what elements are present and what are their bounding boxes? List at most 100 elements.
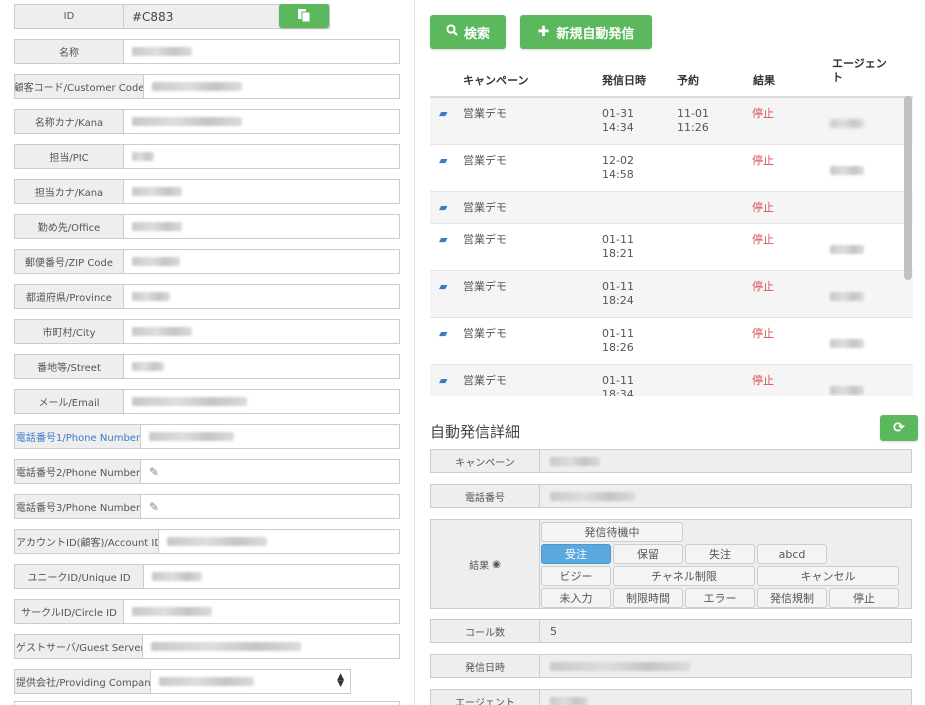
folder-icon: ▰ [439,327,448,340]
detail-title: 自動発信詳細 [430,423,521,441]
folder-icon: ▰ [439,107,448,120]
chip-busy[interactable]: ビジー [541,566,611,586]
name-input[interactable] [124,39,400,64]
detail-call-count-value: 5 [540,619,912,643]
kana-input[interactable] [124,109,400,134]
col-agent[interactable]: エージェント [832,57,892,85]
chip-call-restriction[interactable]: 発信規制 [757,588,827,608]
chip-cancel[interactable]: キャンセル [757,566,899,586]
col-result[interactable]: 結果 [753,72,775,88]
detail-label: 電話番号 [430,484,540,508]
customer-code-row: 顧客コード/Customer Code [14,74,400,99]
guest-server-row: ゲストサーバ/Guest Server [14,634,400,659]
detail-label: コール数 [430,619,540,643]
table-row[interactable]: ▰ 営業デモ 停止 [430,192,913,224]
col-reservation[interactable]: 予約 [677,72,699,88]
field-label: 勤め先/Office [14,214,124,239]
copy-button[interactable] [279,4,329,28]
detail-datetime-row: 発信日時 [430,654,912,678]
chip-error[interactable]: エラー [685,588,755,608]
office-input[interactable] [124,214,400,239]
folder-icon: ▰ [439,280,448,293]
result-chips: 発信待機中 受注 保留 失注 abcd ビジー チャネル制限 キャンセル 未入力… [540,519,912,609]
table-row[interactable]: ▰ 営業デモ 12-02 14:58 停止 [430,145,913,192]
chip-time-limit[interactable]: 制限時間 [613,588,683,608]
field-label: アカウントID(顧客)/Account ID [14,529,159,554]
customer-code-input[interactable] [144,74,400,99]
field-label: 電話番号3/Phone Number3 [14,494,141,519]
field-label: 番地等/Street [14,354,124,379]
table-row[interactable]: ▰ 営業デモ 01-11 18:34 停止 [430,365,913,396]
field-label: 顧客コード/Customer Code [14,74,144,99]
chip-lost[interactable]: 失注 [685,544,755,564]
account-id-row: アカウントID(顧客)/Account ID [14,529,400,554]
detail-result-row: 結果 ◉ 発信待機中 受注 保留 失注 abcd ビジー チャネル制限 キャンセル… [430,519,912,609]
field-label: メール/Email [14,389,124,414]
kana-row: 名称カナ/Kana [14,109,400,134]
radio-icon: ◉ [492,558,501,570]
detail-label: キャンペーン [430,449,540,473]
chip-channel-limit[interactable]: チャネル制限 [613,566,755,586]
zip-row: 郵便番号/ZIP Code [14,249,400,274]
email-input[interactable] [124,389,400,414]
providing-company-select[interactable]: ▲ ▼ [151,669,351,694]
unique-id-row: ユニークID/Unique ID [14,564,400,589]
province-input[interactable] [124,284,400,309]
providing-company-row: 提供会社/Providing Company ▲ ▼ [14,669,351,694]
field-label: 担当/PIC [14,144,124,169]
col-datetime[interactable]: 発信日時 [602,72,646,88]
search-icon [446,24,458,40]
table-row[interactable]: ▰ 営業デモ 01-11 18:26 停止 [430,318,913,365]
detail-phone-value [540,484,912,508]
phone1-input[interactable] [141,424,400,449]
field-label: 市町村/City [14,319,124,344]
street-input[interactable] [124,354,400,379]
field-label: 電話番号2/Phone Number2 [14,459,141,484]
chip-waiting[interactable]: 発信待機中 [541,522,683,542]
chip-stop[interactable]: 停止 [829,588,899,608]
chip-hold[interactable]: 保留 [613,544,683,564]
table-row[interactable]: ▰ 営業デモ 01-31 14:34 11-01 11:26 停止 [430,98,913,145]
copy-icon [297,8,311,25]
unique-id-input[interactable] [144,564,400,589]
chip-not-entered[interactable]: 未入力 [541,588,611,608]
next-field-partial [14,701,400,705]
circle-id-input[interactable] [124,599,400,624]
detail-label: 発信日時 [430,654,540,678]
pic-input[interactable] [124,144,400,169]
search-button[interactable]: 検索 [430,15,506,49]
detail-agent-row: エージェント [430,689,912,705]
pencil-icon[interactable]: ✎ [149,465,159,479]
table-scrollbar[interactable] [904,96,912,280]
col-campaign[interactable]: キャンペーン [463,72,528,88]
id-label: ID [14,4,124,29]
circle-id-row: サークルID/Circle ID [14,599,400,624]
pic-kana-input[interactable] [124,179,400,204]
account-id-input[interactable] [159,529,400,554]
field-label: 名称カナ/Kana [14,109,124,134]
field-label: ゲストサーバ/Guest Server [14,634,143,659]
phone3-row: 電話番号3/Phone Number3 ✎ [14,494,400,519]
chip-abcd[interactable]: abcd [757,544,827,564]
city-input[interactable] [124,319,400,344]
table-row[interactable]: ▰ 営業デモ 01-11 18:21 停止 [430,224,913,271]
detail-campaign-value [540,449,912,473]
phone1-row: 電話番号1/Phone Number1 [14,424,400,449]
phone3-input[interactable]: ✎ [141,494,400,519]
chip-accepted[interactable]: 受注 [541,544,611,564]
refresh-button[interactable]: ⟳ [880,415,918,441]
table-row[interactable]: ▰ 営業デモ 01-11 18:24 停止 [430,271,913,318]
pencil-icon[interactable]: ✎ [149,500,159,514]
phone2-input[interactable]: ✎ [141,459,400,484]
new-auto-call-button[interactable]: ✚ 新規自動発信 [520,15,652,49]
detail-phone-row: 電話番号 [430,484,912,508]
zip-input[interactable] [124,249,400,274]
select-arrows-icon: ▲ ▼ [337,672,344,689]
pic-row: 担当/PIC [14,144,400,169]
email-row: メール/Email [14,389,400,414]
field-label: 名称 [14,39,124,64]
province-row: 都道府県/Province [14,284,400,309]
guest-server-input[interactable] [143,634,400,659]
name-row: 名称 [14,39,400,64]
street-row: 番地等/Street [14,354,400,379]
